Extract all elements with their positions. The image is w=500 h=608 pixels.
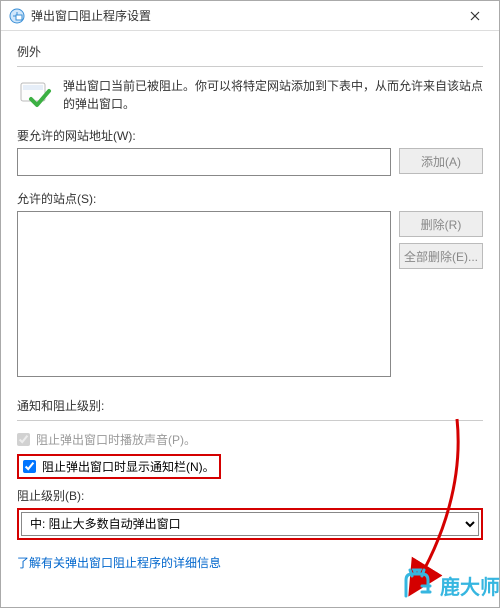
block-level-select[interactable]: 中: 阻止大多数自动弹出窗口 (21, 512, 479, 536)
exception-row: 弹出窗口当前已被阻止。你可以将特定网站添加到下表中，从而允许来自该站点的弹出窗口… (17, 77, 483, 113)
checkbox-notify-bar-label: 阻止弹出窗口时显示通知栏(N)。 (42, 458, 215, 475)
address-label: 要允许的网站地址(W): (17, 127, 483, 144)
exception-description: 弹出窗口当前已被阻止。你可以将特定网站添加到下表中，从而允许来自该站点的弹出窗口… (63, 77, 483, 113)
allowed-sites-row: 删除(R) 全部删除(E)... (17, 211, 483, 377)
checkbox-play-sound (17, 433, 30, 446)
divider (17, 420, 483, 421)
exception-icon (17, 77, 53, 113)
address-input-row: 添加(A) (17, 148, 483, 176)
highlight-notify-bar: 阻止弹出窗口时显示通知栏(N)。 (17, 454, 221, 479)
dialog-window: 弹出窗口阻止程序设置 例外 弹出窗口当前已被阻止。你可以将特定网站添加到下表中，… (0, 0, 500, 608)
checkbox-play-sound-row: 阻止弹出窗口时播放声音(P)。 (17, 431, 483, 448)
allowed-sites-listbox[interactable] (17, 211, 391, 377)
highlight-block-level: 中: 阻止大多数自动弹出窗口 (17, 508, 483, 540)
watermark: 鹿大师 (400, 568, 500, 602)
close-button[interactable] (453, 2, 497, 30)
window-title: 弹出窗口阻止程序设置 (31, 7, 453, 24)
address-input[interactable] (17, 148, 391, 176)
close-icon (470, 11, 480, 21)
remove-button[interactable]: 删除(R) (399, 211, 483, 237)
allowed-buttons-column: 删除(R) 全部删除(E)... (399, 211, 483, 377)
checkbox-notify-bar[interactable] (23, 460, 36, 473)
watermark-text: 鹿大师 (440, 571, 500, 600)
titlebar: 弹出窗口阻止程序设置 (1, 1, 499, 31)
allowed-sites-label: 允许的站点(S): (17, 190, 483, 207)
exception-heading: 例外 (17, 43, 483, 60)
app-icon (9, 8, 25, 24)
checkbox-notify-bar-row: 阻止弹出窗口时显示通知栏(N)。 (23, 458, 215, 475)
add-button[interactable]: 添加(A) (399, 148, 483, 174)
dialog-body: 例外 弹出窗口当前已被阻止。你可以将特定网站添加到下表中，从而允许来自该站点的弹… (1, 31, 499, 607)
learn-more-link[interactable]: 了解有关弹出窗口阻止程序的详细信息 (17, 554, 221, 571)
checkbox-play-sound-label: 阻止弹出窗口时播放声音(P)。 (36, 431, 196, 448)
watermark-icon (400, 568, 434, 602)
block-level-label: 阻止级别(B): (17, 487, 483, 504)
notify-heading: 通知和阻止级别: (17, 397, 483, 414)
divider (17, 66, 483, 67)
remove-all-button[interactable]: 全部删除(E)... (399, 243, 483, 269)
